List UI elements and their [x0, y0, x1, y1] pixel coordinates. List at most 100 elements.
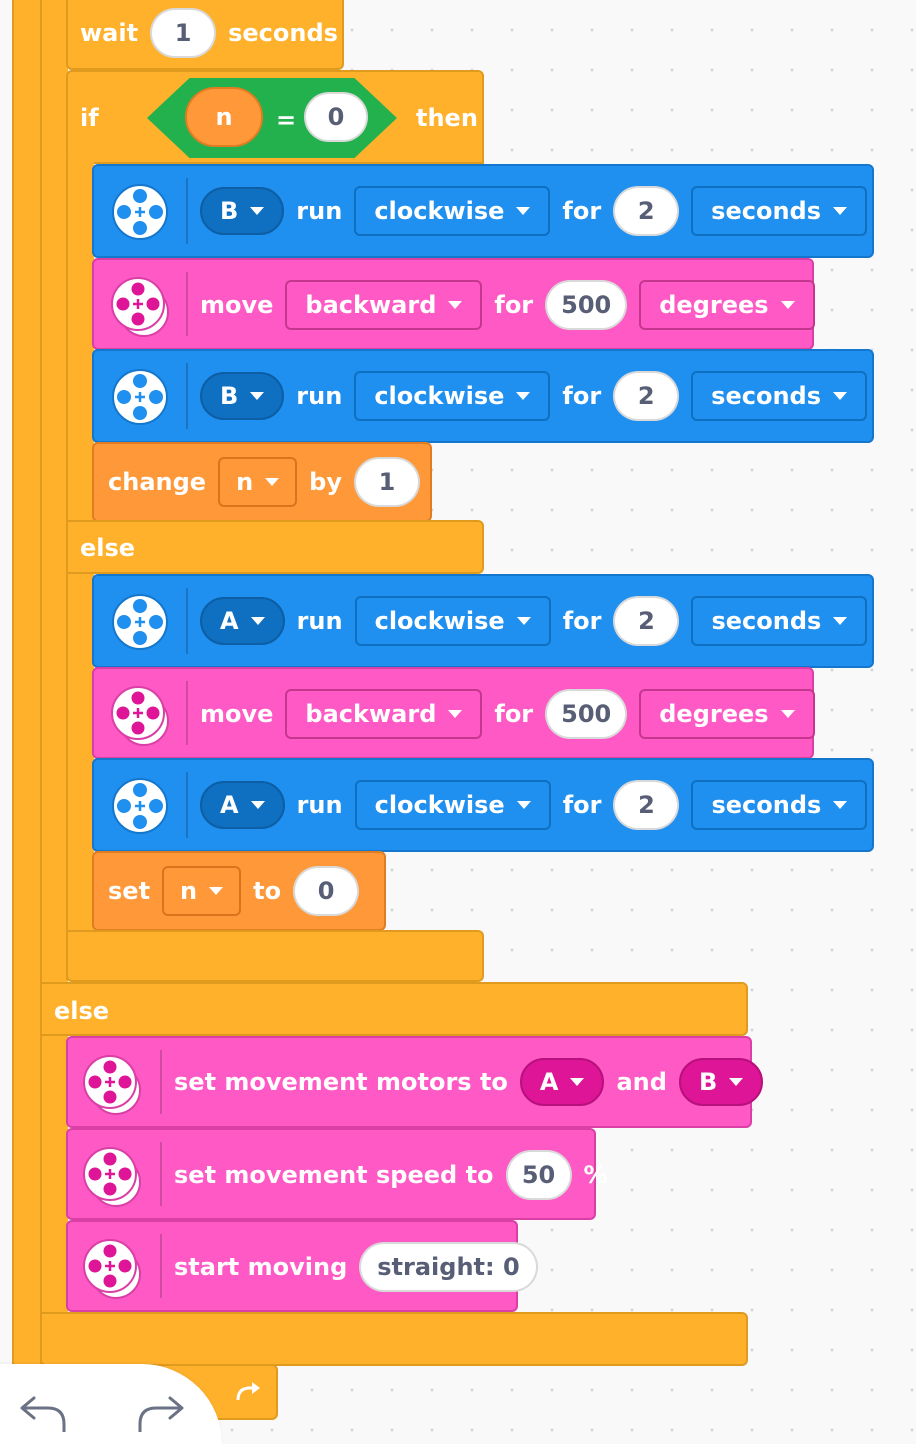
change-amount-input[interactable]: 1 — [353, 457, 420, 507]
motor-icon — [111, 777, 169, 835]
motor-port-dropdown[interactable]: B — [200, 372, 285, 420]
duration-input[interactable]: 2 — [613, 186, 680, 236]
chevron-down-icon — [250, 801, 265, 809]
undo-icon[interactable] — [14, 1392, 70, 1432]
outer-else-bar: else — [40, 982, 748, 1036]
outer-if-else-footer — [40, 1312, 748, 1366]
move-unit-dropdown[interactable]: degrees — [639, 689, 815, 739]
direction-dropdown[interactable]: clockwise — [354, 596, 551, 646]
by-label: by — [309, 468, 342, 496]
move-label: move — [200, 291, 274, 319]
loop-arrow-icon — [236, 1382, 260, 1401]
for-label: for — [562, 791, 602, 819]
movement-icon — [110, 276, 170, 338]
chevron-down-icon — [448, 301, 463, 309]
set-movement-speed-block[interactable]: set movement speed to 50 % — [66, 1128, 608, 1220]
move-unit-dropdown[interactable]: degrees — [639, 280, 815, 330]
motor-run-block[interactable]: B run clockwise for 2 seconds — [92, 164, 874, 258]
else-label: else — [80, 534, 136, 562]
for-label: for — [494, 700, 534, 728]
motor-run-block[interactable]: A run clockwise for 2 seconds — [92, 758, 874, 852]
set-movement-motors-label: set movement motors to — [174, 1068, 508, 1096]
start-moving-block[interactable]: start moving straight: 0 — [66, 1220, 538, 1312]
movement-icon — [110, 685, 170, 747]
set-movement-motors-block[interactable]: set movement motors to A and B — [66, 1036, 764, 1128]
duration-input[interactable]: 2 — [613, 371, 680, 421]
move-amount-input[interactable]: 500 — [545, 689, 628, 739]
chevron-down-icon — [265, 478, 280, 486]
wait-seconds-input[interactable]: 1 — [150, 8, 217, 58]
set-value-input[interactable]: 0 — [293, 866, 360, 916]
motor-a-dropdown[interactable]: A — [519, 1058, 605, 1106]
motor-port-dropdown[interactable]: A — [200, 781, 285, 829]
run-label: run — [296, 791, 343, 819]
if-label: if — [80, 104, 99, 132]
move-block[interactable]: move backward for 500 degrees — [92, 667, 815, 759]
motor-port-dropdown[interactable]: A — [200, 597, 285, 645]
move-label: move — [200, 700, 274, 728]
chevron-down-icon — [570, 1078, 585, 1086]
steering-input[interactable]: straight: 0 — [359, 1242, 538, 1292]
for-label: for — [562, 197, 602, 225]
chevron-down-icon — [833, 801, 848, 809]
motor-run-block[interactable]: A run clockwise for 2 seconds — [92, 574, 874, 668]
duration-input[interactable]: 2 — [613, 596, 680, 646]
equals-sign: = — [276, 106, 297, 134]
direction-dropdown[interactable]: clockwise — [354, 186, 551, 236]
motor-port-dropdown[interactable]: B — [200, 187, 285, 235]
wait-label: wait — [80, 19, 139, 47]
for-label: for — [494, 291, 534, 319]
move-direction-dropdown[interactable]: backward — [285, 689, 483, 739]
unit-dropdown[interactable]: seconds — [691, 596, 868, 646]
and-label: and — [616, 1068, 667, 1096]
chevron-down-icon — [833, 617, 848, 625]
inner-else-bar: else — [66, 520, 484, 574]
chevron-down-icon — [516, 617, 531, 625]
motor-icon — [111, 183, 169, 241]
chevron-down-icon — [250, 617, 265, 625]
move-block[interactable]: move backward for 500 degrees — [92, 258, 815, 350]
direction-dropdown[interactable]: clockwise — [354, 371, 551, 421]
chevron-down-icon — [780, 301, 795, 309]
move-amount-input[interactable]: 500 — [545, 280, 628, 330]
variable-dropdown[interactable]: n — [218, 457, 298, 507]
start-moving-label: start moving — [174, 1253, 348, 1281]
run-label: run — [296, 197, 343, 225]
run-label: run — [296, 382, 343, 410]
chevron-down-icon — [250, 207, 265, 215]
direction-dropdown[interactable]: clockwise — [354, 780, 551, 830]
speed-input[interactable]: 50 — [505, 1150, 572, 1200]
unit-dropdown[interactable]: seconds — [691, 780, 868, 830]
redo-icon[interactable] — [134, 1392, 190, 1432]
unit-dropdown[interactable]: seconds — [691, 186, 867, 236]
chevron-down-icon — [209, 887, 224, 895]
set-movement-speed-label: set movement speed to — [174, 1161, 494, 1189]
unit-dropdown[interactable]: seconds — [691, 371, 867, 421]
variable-n-reporter[interactable]: n — [185, 87, 263, 147]
duration-input[interactable]: 2 — [613, 780, 680, 830]
for-label: for — [562, 607, 602, 635]
chevron-down-icon — [448, 710, 463, 718]
chevron-down-icon — [516, 392, 531, 400]
chevron-down-icon — [780, 710, 795, 718]
chevron-down-icon — [729, 1078, 744, 1086]
movement-icon — [82, 1146, 142, 1208]
move-direction-dropdown[interactable]: backward — [285, 280, 483, 330]
motor-run-block[interactable]: B run clockwise for 2 seconds — [92, 349, 874, 443]
run-label: run — [296, 607, 343, 635]
change-variable-block[interactable]: change n by 1 — [92, 442, 432, 522]
chevron-down-icon — [516, 207, 531, 215]
then-label: then — [416, 104, 478, 132]
forever-loop-arm — [12, 0, 42, 1372]
motor-icon — [111, 593, 169, 651]
percent-label: % — [583, 1161, 608, 1189]
variable-dropdown[interactable]: n — [162, 866, 242, 916]
equals-value-input[interactable]: 0 — [304, 92, 368, 142]
to-label: to — [253, 877, 282, 905]
motor-icon — [111, 368, 169, 426]
wait-block[interactable]: wait 1 seconds — [66, 0, 344, 70]
else-label: else — [54, 997, 110, 1025]
motor-b-dropdown[interactable]: B — [678, 1058, 764, 1106]
chevron-down-icon — [833, 392, 847, 400]
set-variable-block[interactable]: set n to 0 — [92, 851, 386, 931]
